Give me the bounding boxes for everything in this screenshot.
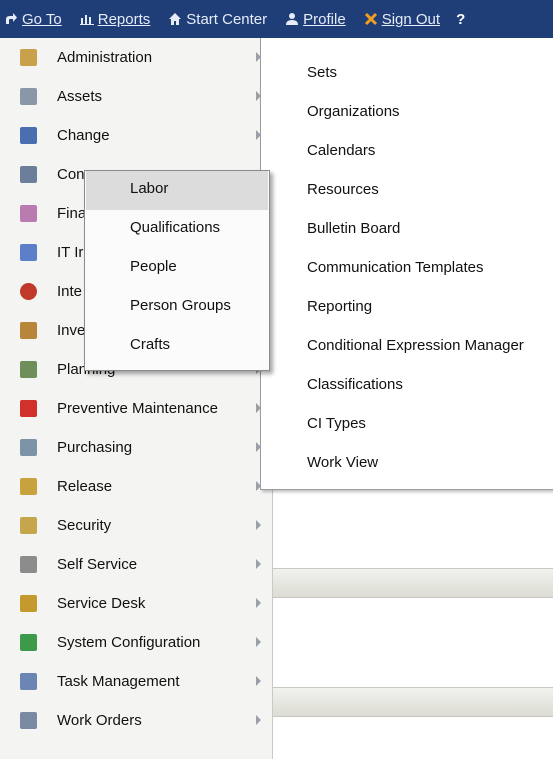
- menu-item-label: Con: [57, 166, 85, 183]
- goto-button[interactable]: Go To: [4, 11, 62, 28]
- help-button[interactable]: ?: [456, 11, 465, 28]
- popup-item-labor[interactable]: Labor: [86, 171, 268, 210]
- goto-arrow-icon: [6, 13, 17, 24]
- submenu-item-work-view[interactable]: Work View: [307, 454, 378, 471]
- menu-item-purchasing[interactable]: Purchasing: [0, 428, 272, 467]
- purchasing-icon: [20, 439, 37, 456]
- task-management-icon: [20, 673, 37, 690]
- system-configuration-icon: [20, 634, 37, 651]
- submenu-arrow-icon: [256, 520, 261, 530]
- menu-item-self-service[interactable]: Self Service: [0, 545, 272, 584]
- submenu-arrow-icon: [256, 637, 261, 647]
- goto-label: Go To: [22, 10, 62, 28]
- security-icon: [20, 517, 37, 534]
- menu-item-system-configuration[interactable]: System Configuration: [0, 623, 272, 662]
- administration-submenu: Sets Organizations Calendars Resources B…: [260, 38, 553, 490]
- popup-item-crafts[interactable]: Crafts: [86, 327, 268, 366]
- menu-item-label: System Configuration: [57, 634, 201, 651]
- submenu-item-sets[interactable]: Sets: [307, 64, 337, 81]
- top-toolbar: Go To Reports Start Center Profile Sign …: [0, 0, 553, 38]
- submenu-item-communication-templates[interactable]: Communication Templates: [307, 259, 483, 276]
- profile-button[interactable]: Profile: [285, 11, 346, 28]
- menu-item-label: Work Orders: [57, 712, 142, 729]
- menu-item-label: Inve: [57, 322, 86, 339]
- menu-item-service-desk[interactable]: Service Desk: [0, 584, 272, 623]
- submenu-item-organizations[interactable]: Organizations: [307, 103, 400, 120]
- popup-item-qualifications[interactable]: Qualifications: [86, 210, 268, 249]
- popup-item-label: Person Groups: [130, 297, 231, 314]
- menu-item-administration[interactable]: Administration: [0, 38, 272, 77]
- self-service-icon: [20, 556, 37, 573]
- assets-icon: [20, 88, 37, 105]
- goto-menu: Administration Assets Change Con Fina IT…: [0, 38, 273, 759]
- menu-item-label: Task Management: [57, 673, 180, 690]
- menu-item-label: Release: [57, 478, 113, 495]
- submenu-item-resources[interactable]: Resources: [307, 181, 379, 198]
- sign-out-x-icon: [364, 12, 377, 26]
- profile-label: Profile: [303, 10, 346, 28]
- user-icon: [286, 13, 299, 25]
- service-desk-icon: [20, 595, 37, 612]
- work-orders-icon: [20, 712, 37, 729]
- submenu-item-reporting[interactable]: Reporting: [307, 298, 372, 315]
- it-infrastructure-icon: [20, 244, 37, 261]
- release-icon: [20, 478, 37, 495]
- resources-popup-menu: Labor Qualifications People Person Group…: [84, 170, 270, 371]
- submenu-item-ci-types[interactable]: CI Types: [307, 415, 366, 432]
- financial-icon: [20, 205, 37, 222]
- submenu-item-calendars[interactable]: Calendars: [307, 142, 375, 159]
- submenu-item-conditional-expression-manager[interactable]: Conditional Expression Manager: [307, 337, 524, 354]
- menu-item-work-orders[interactable]: Work Orders: [0, 701, 272, 740]
- contracts-icon: [20, 166, 37, 183]
- integration-icon: [20, 283, 37, 300]
- content-area: [260, 489, 553, 760]
- menu-item-preventive-maintenance[interactable]: Preventive Maintenance: [0, 389, 272, 428]
- menu-item-label: Fina: [57, 205, 87, 222]
- menu-item-label: Service Desk: [57, 595, 146, 612]
- menu-item-assets[interactable]: Assets: [0, 77, 272, 116]
- popup-item-label: People: [130, 258, 177, 275]
- reports-label: Reports: [97, 10, 151, 28]
- menu-item-label: Inte: [57, 283, 83, 300]
- start-center-label: Start Center: [186, 10, 268, 28]
- help-label: ?: [456, 10, 466, 28]
- menu-item-label: IT Ir: [57, 244, 84, 261]
- planning-icon: [20, 361, 37, 378]
- menu-item-label: Self Service: [57, 556, 138, 573]
- start-center-button[interactable]: Start Center: [168, 11, 267, 28]
- submenu-arrow-icon: [256, 676, 261, 686]
- menu-item-change[interactable]: Change: [0, 116, 272, 155]
- menu-item-label: Purchasing: [57, 439, 133, 456]
- reports-icon: [79, 15, 94, 25]
- popup-item-person-groups[interactable]: Person Groups: [86, 288, 268, 327]
- popup-item-label: Labor: [130, 180, 169, 197]
- administration-icon: [20, 49, 37, 66]
- preventive-maintenance-icon: [20, 400, 37, 417]
- reports-button[interactable]: Reports: [79, 10, 151, 28]
- menu-item-label: Administration: [57, 49, 153, 66]
- menu-item-task-management[interactable]: Task Management: [0, 662, 272, 701]
- submenu-item-classifications[interactable]: Classifications: [307, 376, 403, 393]
- change-icon: [20, 127, 37, 144]
- submenu-item-bulletin-board[interactable]: Bulletin Board: [307, 220, 400, 237]
- menu-item-label: Change: [57, 127, 110, 144]
- menu-item-label: Security: [57, 517, 112, 534]
- sign-out-label: Sign Out: [381, 10, 441, 28]
- submenu-arrow-icon: [256, 598, 261, 608]
- content-section-header: [260, 568, 553, 598]
- submenu-arrow-icon: [256, 559, 261, 569]
- popup-item-label: Crafts: [130, 336, 171, 353]
- popup-item-label: Qualifications: [130, 219, 221, 236]
- popup-item-people[interactable]: People: [86, 249, 268, 288]
- home-icon: [169, 13, 182, 25]
- menu-item-security[interactable]: Security: [0, 506, 272, 545]
- menu-item-label: Assets: [57, 88, 103, 105]
- menu-item-release[interactable]: Release: [0, 467, 272, 506]
- submenu-arrow-icon: [256, 715, 261, 725]
- menu-item-label: Preventive Maintenance: [57, 400, 218, 417]
- content-section-header: [260, 687, 553, 717]
- inventory-icon: [20, 322, 37, 339]
- sign-out-button[interactable]: Sign Out: [364, 11, 440, 28]
